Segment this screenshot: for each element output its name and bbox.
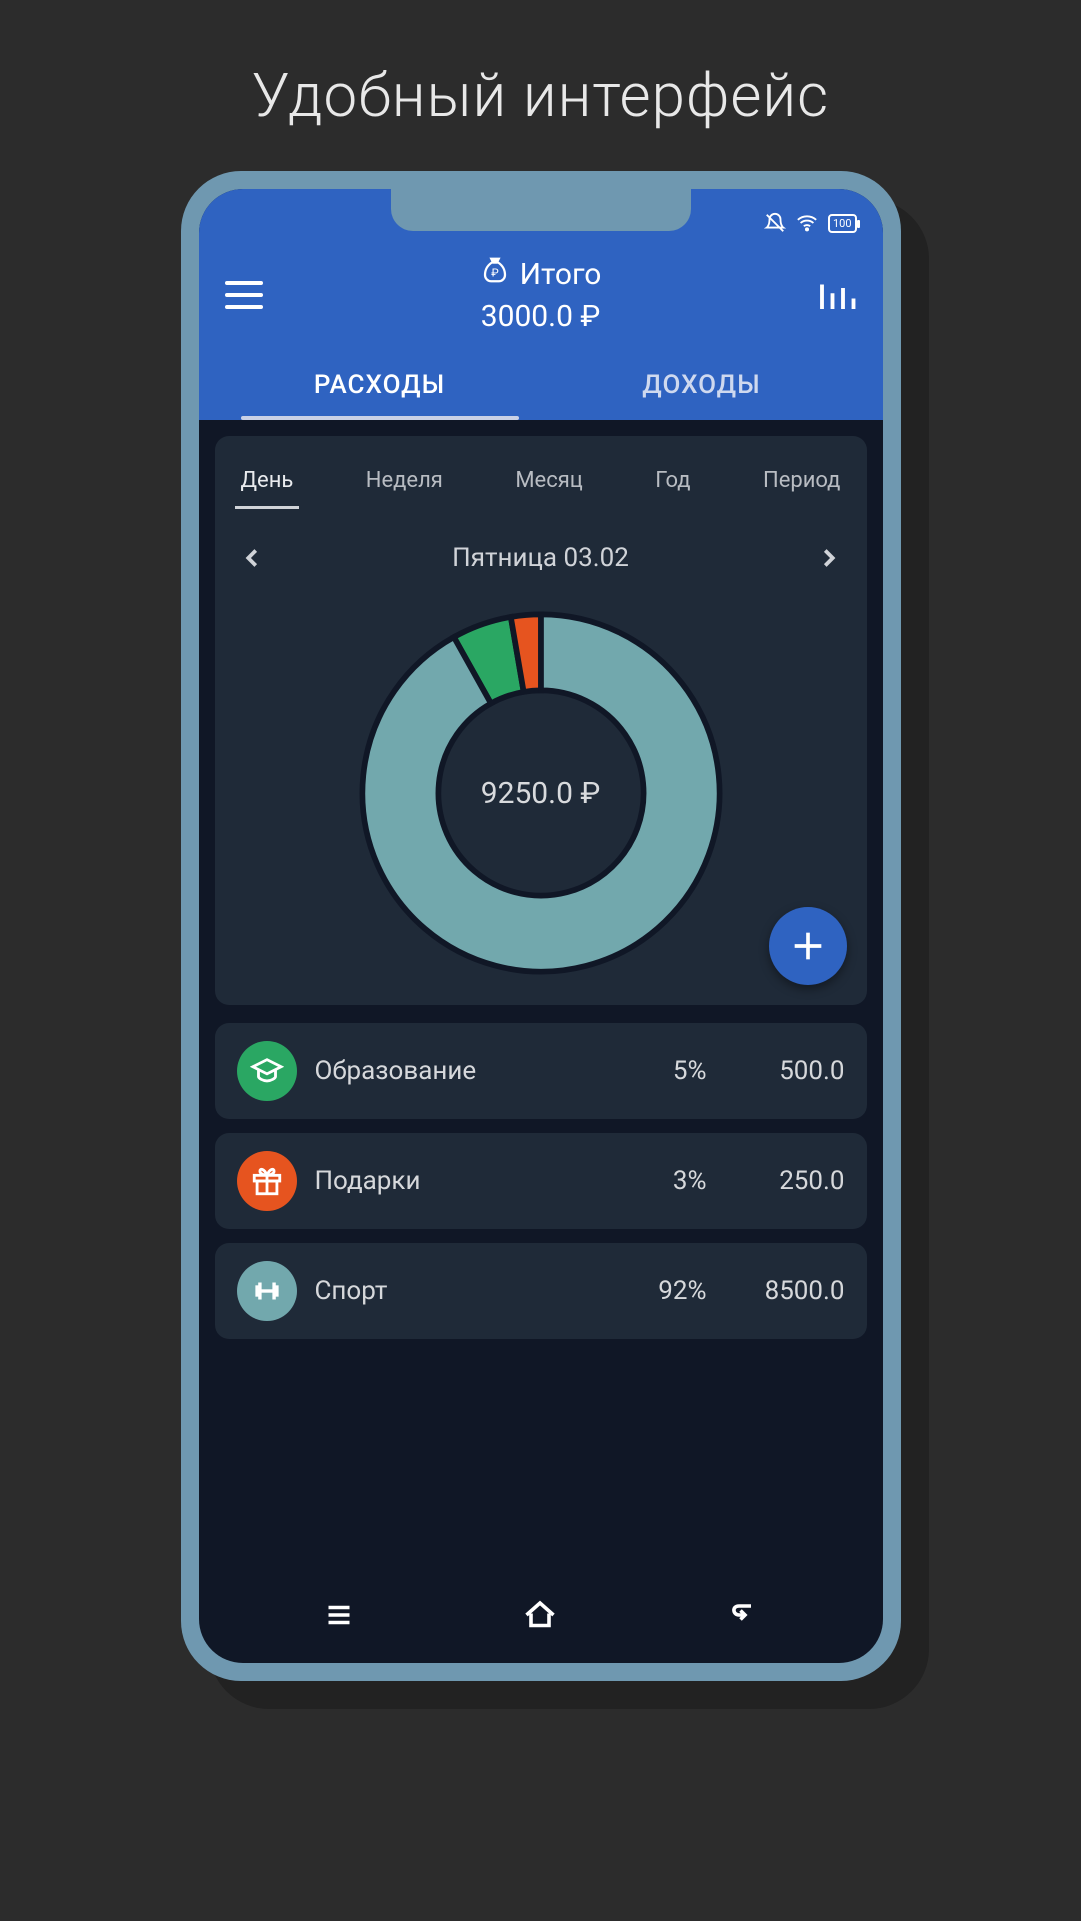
- money-bag-icon: ₽: [480, 255, 510, 293]
- prev-date-button[interactable]: [237, 543, 267, 573]
- mute-icon: [764, 212, 786, 234]
- wifi-icon: [796, 212, 818, 234]
- summary-card: День Неделя Месяц Год Период Пятница 03.…: [215, 436, 867, 1005]
- notch: [391, 189, 691, 231]
- main-tabs: РАСХОДЫ ДОХОДЫ: [199, 352, 883, 420]
- period-day[interactable]: День: [237, 458, 298, 509]
- next-date-button[interactable]: [814, 543, 844, 573]
- tab-income[interactable]: ДОХОДЫ: [541, 352, 863, 420]
- nav-home-button[interactable]: [522, 1597, 558, 1637]
- period-tabs: День Неделя Месяц Год Период: [235, 454, 847, 509]
- content: День Неделя Месяц Год Период Пятница 03.…: [199, 420, 883, 1355]
- category-row[interactable]: Образование 5% 500.0: [215, 1023, 867, 1119]
- add-button[interactable]: [769, 907, 847, 985]
- category-row[interactable]: Подарки 3% 250.0: [215, 1133, 867, 1229]
- category-name: Образование: [315, 1056, 609, 1086]
- period-year[interactable]: Год: [651, 458, 694, 509]
- battery-level: 100: [833, 217, 852, 230]
- category-percent: 3%: [627, 1166, 707, 1196]
- gift-icon: [237, 1151, 297, 1211]
- category-percent: 92%: [627, 1276, 707, 1306]
- sport-icon: [237, 1261, 297, 1321]
- category-value: 8500.0: [725, 1276, 845, 1306]
- screen: 100 ₽: [199, 189, 883, 1663]
- balance-block: ₽ Итого 3000.0 ₽: [267, 255, 815, 334]
- nav-recent-button[interactable]: [321, 1597, 357, 1637]
- system-navbar: [199, 1581, 883, 1663]
- category-value: 250.0: [725, 1166, 845, 1196]
- category-value: 500.0: [725, 1056, 845, 1086]
- category-name: Подарки: [315, 1166, 609, 1196]
- stats-button[interactable]: [815, 274, 857, 316]
- expense-donut-chart[interactable]: 9250.0 ₽: [351, 603, 731, 983]
- date-navigator: Пятница 03.02: [235, 543, 847, 573]
- period-range[interactable]: Период: [759, 458, 844, 509]
- menu-button[interactable]: [225, 274, 267, 316]
- education-icon: [237, 1041, 297, 1101]
- phone-frame: 100 ₽: [181, 171, 901, 1681]
- battery-icon: 100: [828, 214, 857, 233]
- category-name: Спорт: [315, 1276, 609, 1306]
- svg-text:₽: ₽: [491, 266, 499, 279]
- period-week[interactable]: Неделя: [362, 458, 447, 509]
- balance-value: 3000.0 ₽: [267, 299, 815, 334]
- category-list: Образование 5% 500.0 Подарки 3% 250.0 Спорт 92%…: [215, 1023, 867, 1339]
- period-month[interactable]: Месяц: [511, 458, 587, 509]
- total-label: Итого: [520, 257, 602, 292]
- category-percent: 5%: [627, 1056, 707, 1086]
- page-caption: Удобный интерфейс: [0, 0, 1081, 171]
- nav-back-button[interactable]: [724, 1597, 760, 1637]
- tab-expenses[interactable]: РАСХОДЫ: [219, 352, 541, 420]
- donut-center-value: 9250.0 ₽: [351, 603, 731, 983]
- category-row[interactable]: Спорт 92% 8500.0: [215, 1243, 867, 1339]
- current-date: Пятница 03.02: [452, 543, 629, 573]
